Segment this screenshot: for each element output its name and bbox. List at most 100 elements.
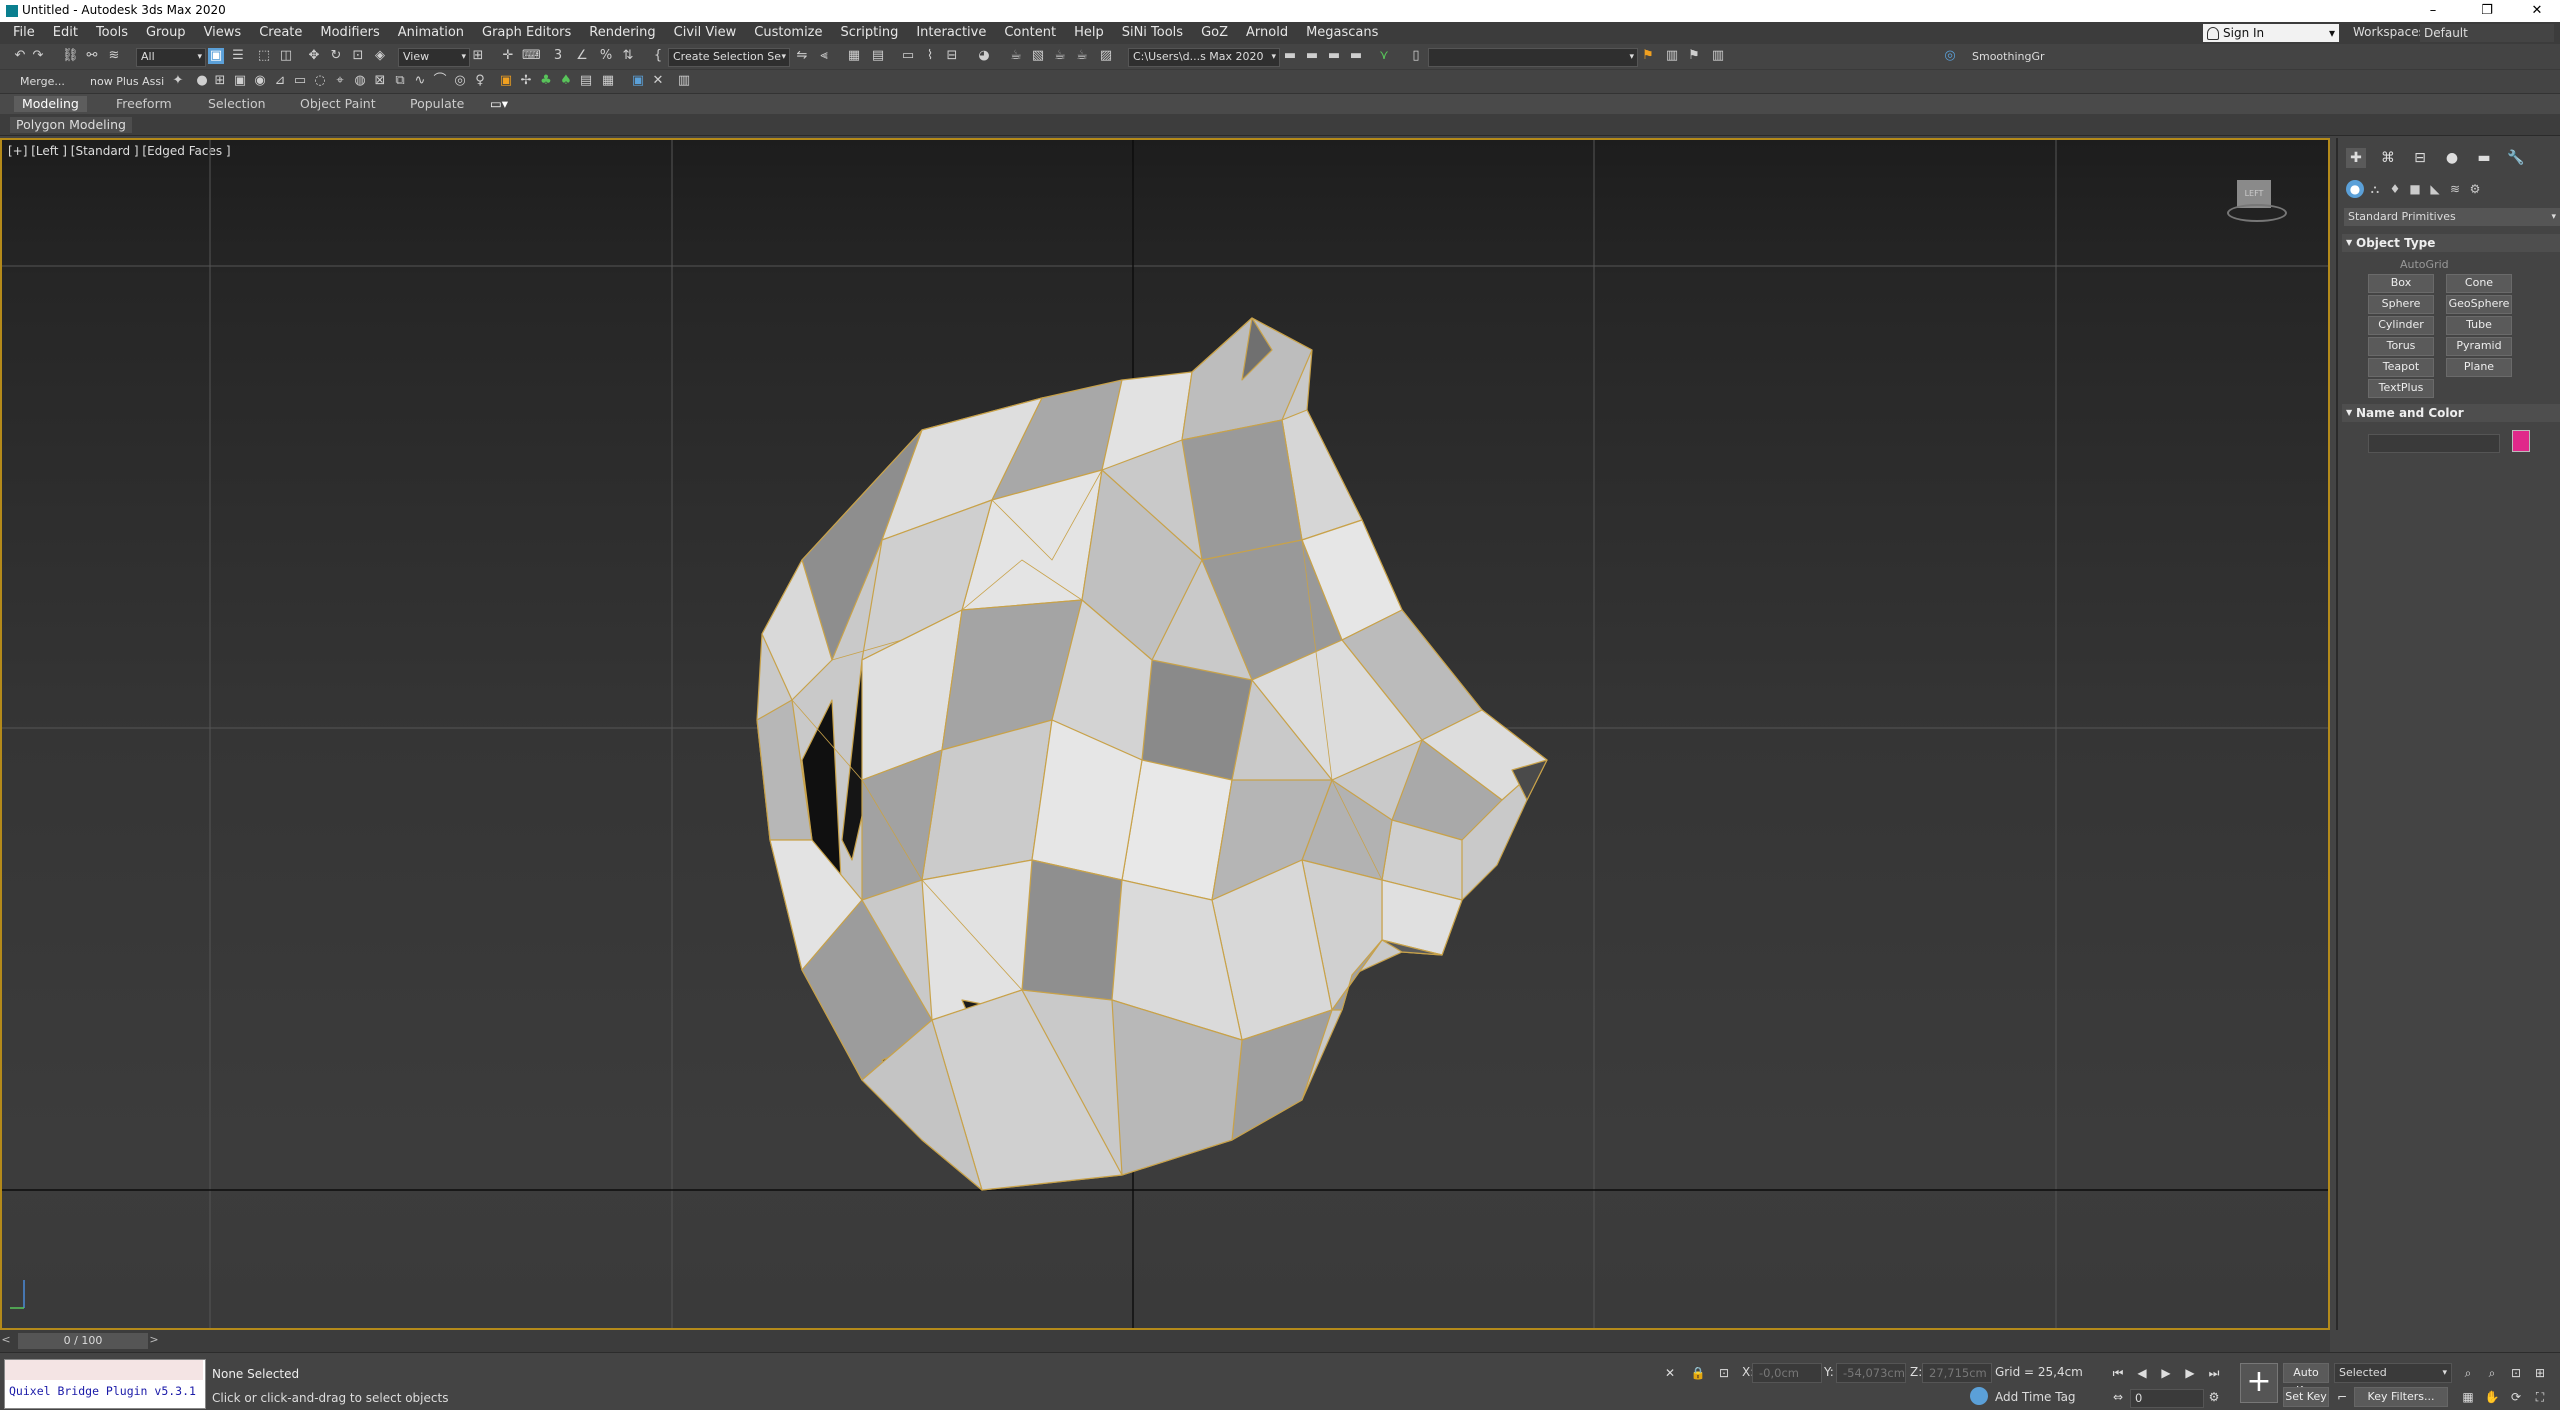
polygon-modeling-panel[interactable]: Polygon Modeling [10,117,132,133]
scene-explorer-icon[interactable]: ▦ [846,48,862,64]
light-icon[interactable]: ✦ [170,73,186,89]
maxscript-input[interactable] [5,1360,203,1380]
scale-box-icon[interactable]: ⊠ [372,73,388,89]
frame-icon[interactable]: ⧉ [392,73,408,89]
primitive-category-dropdown[interactable]: Standard Primitives ▾ [2344,208,2560,226]
create-tab-icon[interactable]: ✚ [2346,148,2366,168]
cone-button[interactable]: Cone [2446,274,2512,293]
menu-content[interactable]: Content [995,22,1065,44]
render-setup-icon[interactable]: ☕ [1008,48,1024,64]
wrench-icon[interactable]: ✕ [650,73,666,89]
placement-icon[interactable]: ◈ [372,48,388,64]
bind-spacewarp-icon[interactable]: ≋ [106,48,122,64]
pyramid-button[interactable]: Pyramid [2446,337,2512,356]
grid-icon[interactable]: ▦ [600,73,616,89]
menu-tools[interactable]: Tools [87,22,137,44]
time-slider-prev[interactable]: < [0,1333,12,1349]
target-icon[interactable]: ◉ [252,73,268,89]
dot-icon[interactable]: ● [194,73,210,89]
menu-goz[interactable]: GoZ [1192,22,1237,44]
menu-interactive[interactable]: Interactive [907,22,995,44]
torus-button[interactable]: Torus [2368,337,2434,356]
next-frame-icon[interactable]: ▶ [2182,1365,2198,1381]
menu-help[interactable]: Help [1065,22,1113,44]
align-icon[interactable]: ⫷ [816,48,832,64]
link-icon[interactable]: ⛓ [62,48,79,64]
curve-editor-icon[interactable]: ⌇ [922,48,938,64]
z-coordinate-field[interactable]: 27,715cm [1922,1363,1992,1383]
teapot-button[interactable]: Teapot [2368,358,2434,377]
project-folder-dropdown[interactable]: C:\Users\d...s Max 2020 ▾ [1128,48,1280,67]
script-dropdown[interactable]: ▾ [1428,48,1638,67]
tab-freeform[interactable]: Freeform [108,96,180,112]
smoothing-icon[interactable]: ◎ [1942,48,1958,64]
zoom-icon[interactable]: ⌕ [2460,1365,2476,1381]
schematic-view-icon[interactable]: ⊟ [944,48,960,64]
viewcube-compass-ring[interactable] [2227,204,2287,222]
script-tool-icon-2[interactable]: ⚑ [1686,48,1702,64]
sphere-icon[interactable]: ◍ [352,73,368,89]
maxscript-listener[interactable]: Quixel Bridge Plugin v5.3.1 [4,1359,206,1409]
rect-selection-icon[interactable]: ⬚ [256,48,272,64]
select-manipulate-icon[interactable]: ✛ [500,48,516,64]
light-cone-icon[interactable]: ⊿ [272,73,288,89]
cameras-icon[interactable]: ■ [2406,180,2424,198]
object-name-input[interactable] [2368,434,2500,453]
field-of-view-icon[interactable]: ▦ [2460,1389,2476,1405]
viewport-left[interactable]: [+] [Left ] [Standard ] [Edged Faces ] L… [0,138,2330,1330]
plugin-button[interactable]: now Plus Assi [90,75,164,88]
workspace-dropdown[interactable]: Default [2420,24,2554,42]
utilities-tab-icon[interactable]: 🔧 [2506,148,2526,168]
pivot-center-icon[interactable]: ⊞ [470,48,486,64]
zoom-extents-icon[interactable]: ⊡ [2508,1365,2524,1381]
menu-rendering[interactable]: Rendering [580,22,664,44]
menu-customize[interactable]: Customize [745,22,831,44]
menu-views[interactable]: Views [195,22,251,44]
script-tool-icon[interactable]: ▥ [1664,48,1680,64]
script-tool-icon-3[interactable]: ▥ [1710,48,1726,64]
menu-animation[interactable]: Animation [389,22,473,44]
zoom-extents-all-icon[interactable]: ⊞ [2532,1365,2548,1381]
play-icon[interactable]: ▶ [2158,1365,2174,1381]
tube-button[interactable]: Tube [2446,316,2512,335]
percent-snap-icon[interactable]: % [598,48,614,64]
restore-button[interactable]: ❐ [2464,0,2510,22]
toggle-ribbon-icon[interactable]: ▭ [900,48,916,64]
motion-tab-icon[interactable]: ● [2442,148,2462,168]
smoothing-groups-label[interactable]: SmoothingGr [1972,50,2045,63]
modify-tab-icon[interactable]: ⌘ [2378,148,2398,168]
box-button[interactable]: Box [2368,274,2434,293]
tab-modeling[interactable]: Modeling [14,96,87,112]
object-color-swatch[interactable] [2512,430,2530,452]
systems-icon[interactable]: ⚙ [2466,180,2484,198]
key-filters-button[interactable]: Key Filters... [2354,1387,2448,1407]
camera-icon[interactable]: ▣ [232,73,248,89]
plane-button[interactable]: Plane [2446,358,2512,377]
bulb-icon[interactable]: ♀ [472,73,488,89]
go-to-end-icon[interactable]: ⏭ [2206,1365,2222,1381]
image-icon[interactable]: ▣ [498,73,514,89]
render-production-icon[interactable]: ☕ [1052,48,1068,64]
hierarchy-tab-icon[interactable]: ⊟ [2410,148,2430,168]
keyboard-shortcut-icon[interactable]: ⌨ [522,48,541,64]
autogrid-checkbox[interactable]: AutoGrid [2400,258,2449,271]
script-run-icon[interactable]: ⚑ [1640,48,1656,64]
layer-explorer-icon[interactable]: ▤ [870,48,886,64]
move-icon[interactable]: ✥ [306,48,322,64]
menu-create[interactable]: Create [250,22,311,44]
absolute-mode-icon[interactable]: ⊡ [1716,1365,1732,1381]
isolate-selection-icon[interactable]: ✕ [1662,1365,1678,1381]
open-folder-icon[interactable]: ▬ [1282,48,1298,64]
geosphere-button[interactable]: GeoSphere [2446,295,2512,314]
select-by-name-icon[interactable]: ☰ [230,48,246,64]
screen-icon[interactable]: ▭ [292,73,308,89]
textplus-button[interactable]: TextPlus [2368,379,2434,398]
panel-icon[interactable]: ▥ [676,73,692,89]
y-coordinate-field[interactable]: -54,073cm [1836,1363,1906,1383]
list-icon[interactable]: ▤ [578,73,594,89]
grass-icon[interactable]: ♠ [558,73,574,89]
menu-scripting[interactable]: Scripting [832,22,908,44]
menu-sini-tools[interactable]: SiNi Tools [1113,22,1192,44]
hair-icon[interactable]: ⌒ [432,73,448,89]
time-tag-icon[interactable] [1970,1387,1988,1405]
